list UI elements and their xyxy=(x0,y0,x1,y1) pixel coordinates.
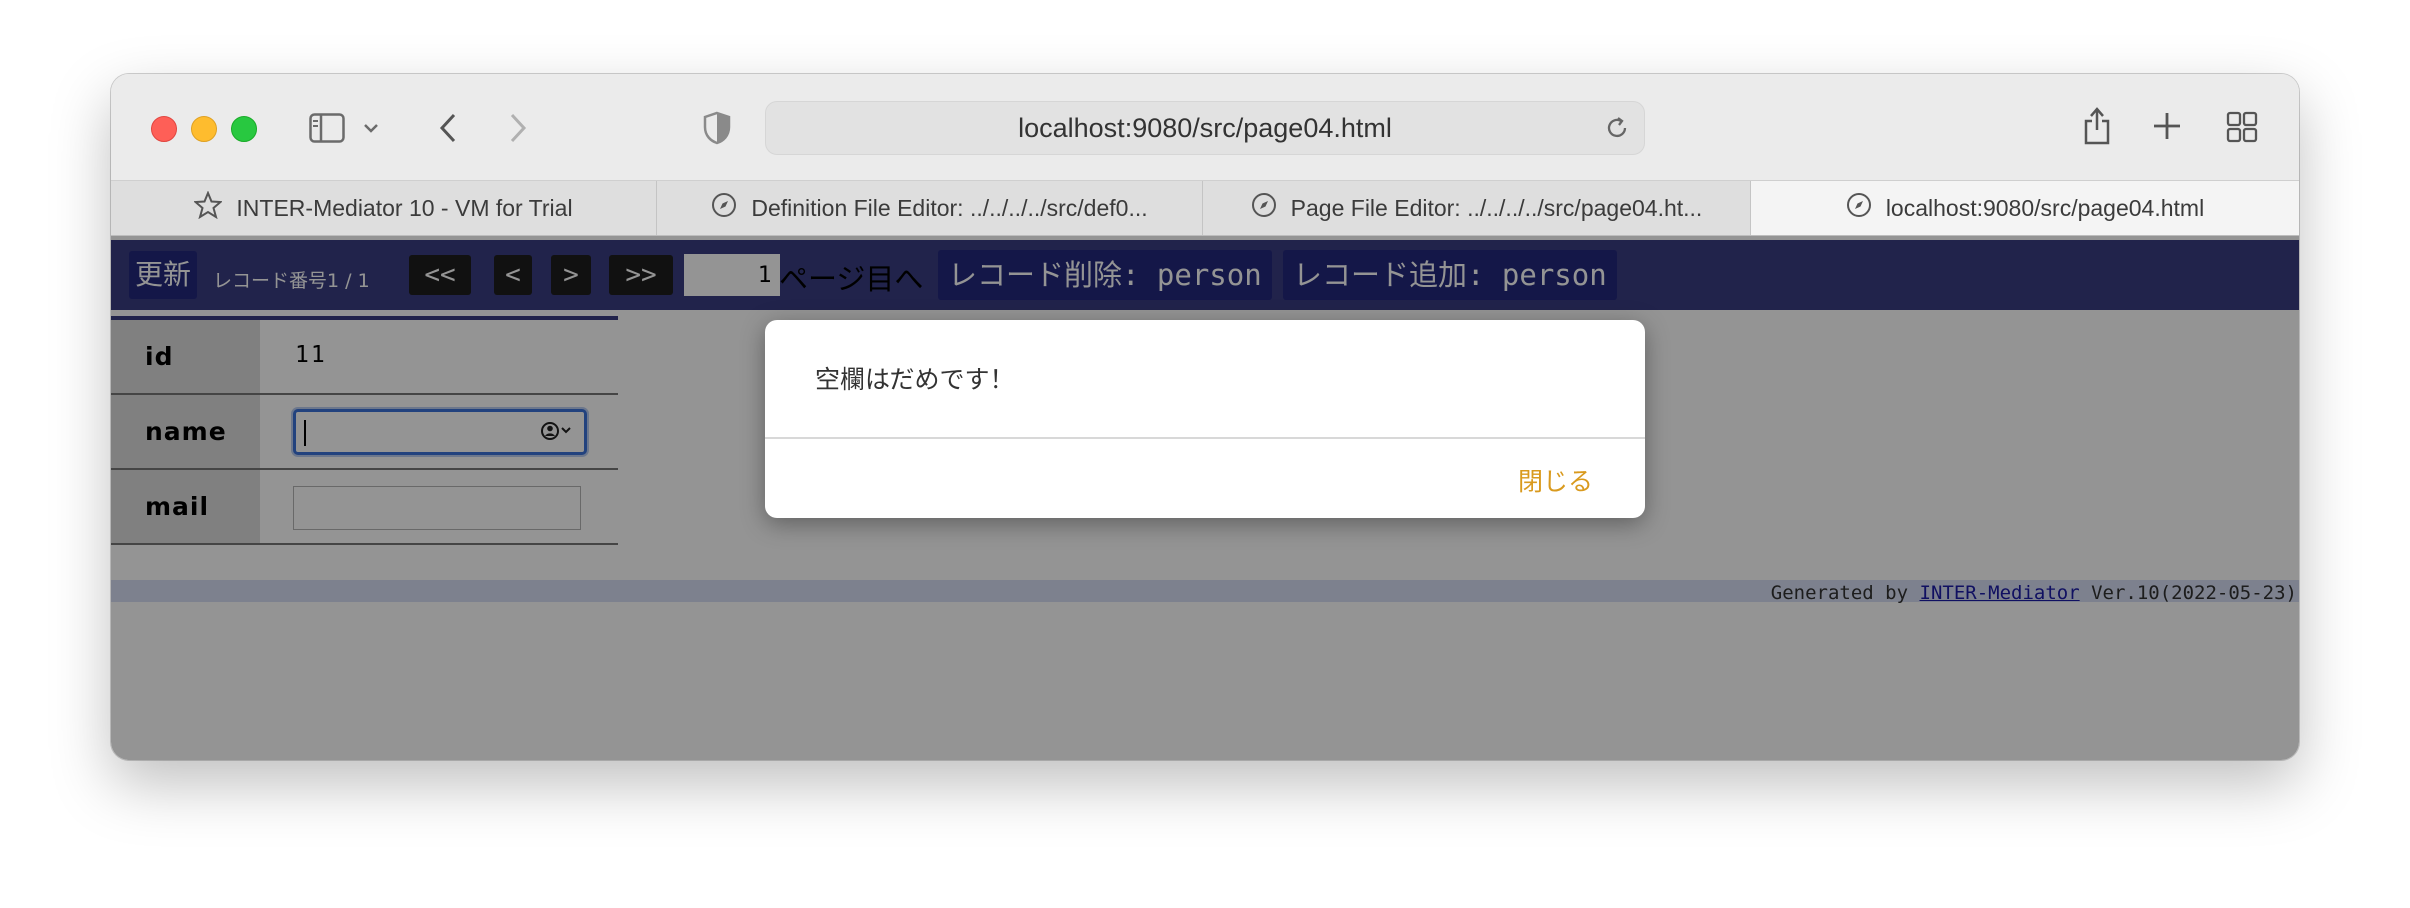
compass-icon xyxy=(1846,192,1872,224)
shield-icon[interactable] xyxy=(701,110,733,146)
dialog-divider xyxy=(765,437,1645,439)
tab-label: Page File Editor: ../../../../src/page04… xyxy=(1290,194,1703,221)
browser-toolbar: localhost:9080/src/page04.html xyxy=(111,74,2299,180)
tab-bar: INTER-Mediator 10 - VM for Trial Definit… xyxy=(111,180,2299,236)
compass-icon xyxy=(711,192,737,224)
new-tab-icon[interactable] xyxy=(2151,110,2183,142)
close-window-button[interactable] xyxy=(151,116,177,142)
chevron-down-icon[interactable] xyxy=(359,116,383,140)
tab-definition-file-editor[interactable]: Definition File Editor: ../../../../src/… xyxy=(657,181,1203,235)
tab-label: INTER-Mediator 10 - VM for Trial xyxy=(236,194,573,221)
address-bar[interactable]: localhost:9080/src/page04.html xyxy=(765,101,1645,155)
star-icon xyxy=(193,190,224,225)
dialog-message: 空欄はだめです！ xyxy=(815,365,1015,394)
forward-icon[interactable] xyxy=(503,110,533,146)
tab-label: localhost:9080/src/page04.html xyxy=(1885,194,2205,221)
url-text: localhost:9080/src/page04.html xyxy=(1018,112,1392,143)
tab-label: Definition File Editor: ../../../../src/… xyxy=(751,194,1148,221)
alert-dialog: 空欄はだめです！ 閉じる xyxy=(765,320,1645,518)
tab-overview-icon[interactable] xyxy=(2225,110,2259,144)
compass-icon xyxy=(1251,192,1277,224)
tab-page04-active[interactable]: localhost:9080/src/page04.html xyxy=(1751,181,2299,235)
sidebar-toggle-icon[interactable] xyxy=(307,108,347,148)
reload-icon[interactable] xyxy=(1604,115,1630,148)
dialog-close-button[interactable]: 閉じる xyxy=(1518,462,1593,498)
share-icon[interactable] xyxy=(2079,104,2115,148)
zoom-window-button[interactable] xyxy=(231,116,257,142)
tab-inter-mediator-trial[interactable]: INTER-Mediator 10 - VM for Trial xyxy=(111,181,657,235)
back-icon[interactable] xyxy=(433,110,463,146)
minimize-window-button[interactable] xyxy=(191,116,217,142)
browser-window: localhost:9080/src/page04.html INTER-Med… xyxy=(111,74,2299,760)
tab-page-file-editor[interactable]: Page File Editor: ../../../../src/page04… xyxy=(1203,181,1751,235)
